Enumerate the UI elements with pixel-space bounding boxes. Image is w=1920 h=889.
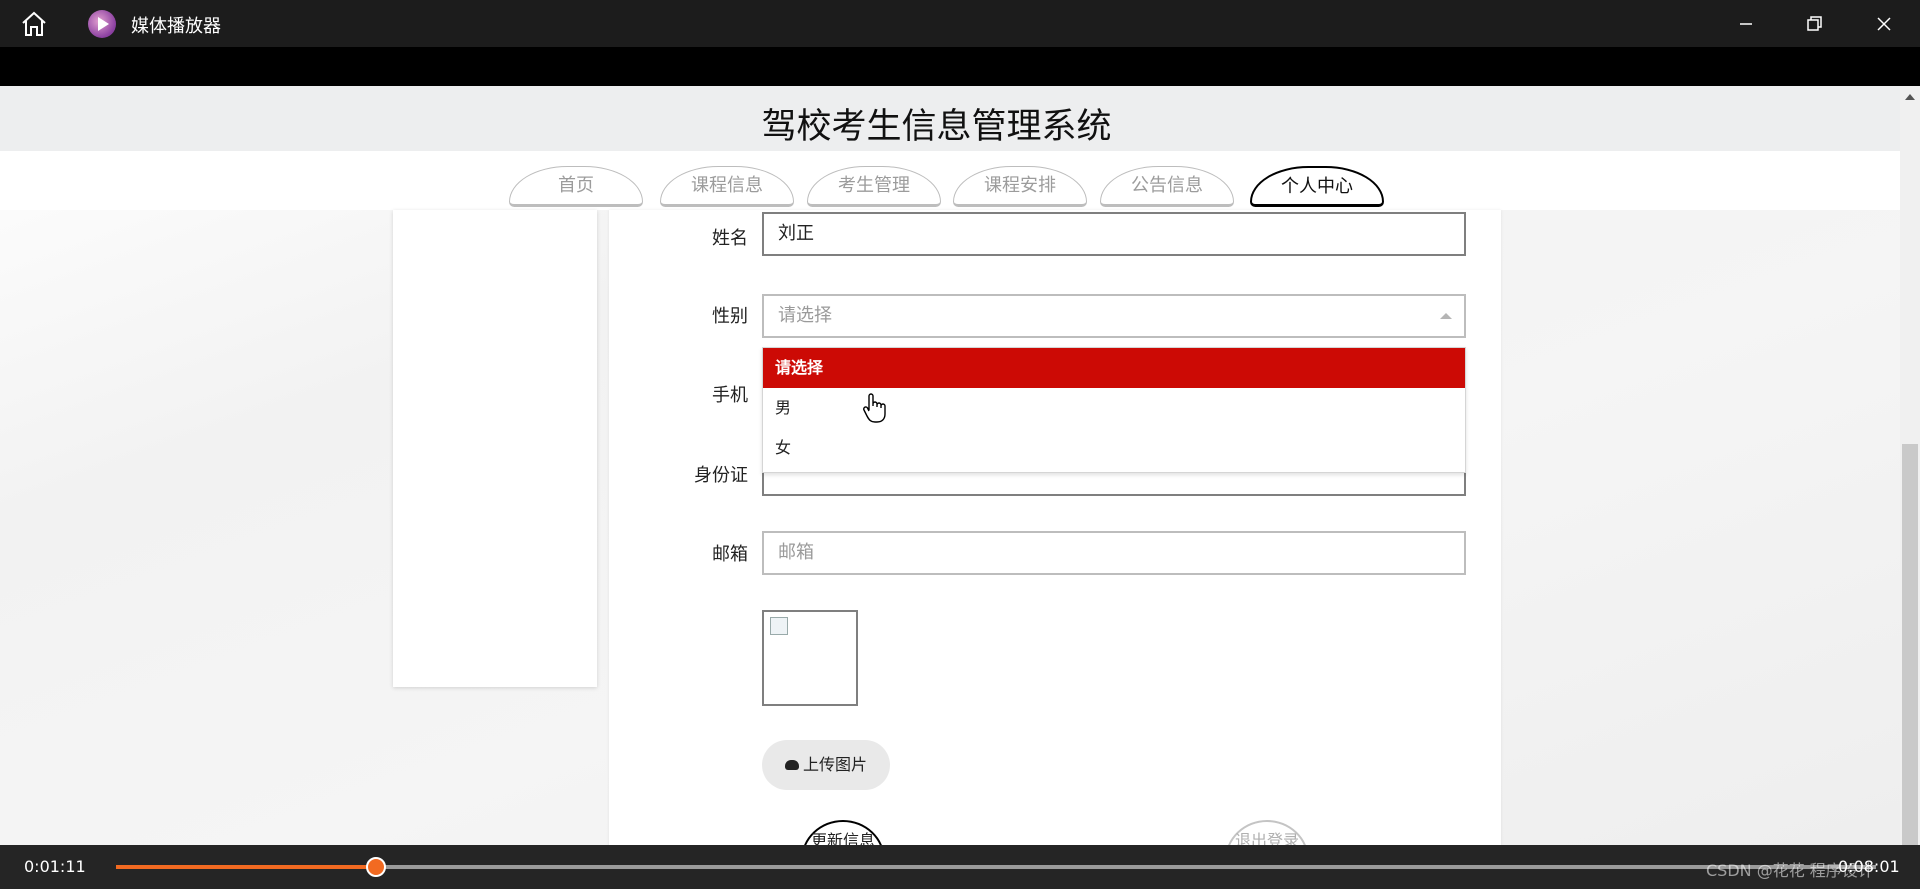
video-top-band: [0, 47, 1920, 86]
video-frame: 驾校考生信息管理系统 首页 课程信息 考生管理 课程安排 公告信息 个人中心 姓…: [0, 86, 1900, 845]
gender-select[interactable]: 请选择: [762, 294, 1466, 338]
gender-label: 性别: [712, 306, 748, 327]
scroll-thumb[interactable]: [1902, 444, 1918, 845]
seek-bar[interactable]: [116, 857, 1876, 877]
close-icon[interactable]: [1870, 10, 1898, 38]
cloud-upload-icon: [784, 759, 799, 770]
email-field[interactable]: 邮箱: [762, 531, 1466, 575]
tab-student-management[interactable]: 考生管理: [807, 166, 941, 207]
gender-select-value: 请选择: [778, 305, 832, 326]
tab-personal-center[interactable]: 个人中心: [1250, 166, 1384, 207]
tab-announcements[interactable]: 公告信息: [1100, 166, 1234, 207]
avatar-image: [762, 610, 858, 706]
gender-option-placeholder[interactable]: 请选择: [763, 348, 1465, 388]
media-player-icon: [88, 10, 116, 38]
upload-image-label: 上传图片: [802, 755, 867, 774]
phone-label: 手机: [712, 385, 748, 406]
nav-bar: 首页 课程信息 考生管理 课程安排 公告信息 个人中心: [0, 151, 1900, 210]
broken-image-icon: [770, 617, 788, 635]
current-time: 0:01:11: [24, 857, 86, 876]
player-titlebar: 媒体播放器: [0, 0, 1920, 47]
seek-handle[interactable]: [366, 857, 387, 877]
tab-home[interactable]: 首页: [509, 166, 643, 207]
chevron-up-icon: [1440, 313, 1452, 319]
upload-image-button[interactable]: 上传图片: [762, 740, 890, 790]
restore-icon[interactable]: [1800, 10, 1828, 38]
window-title: 媒体播放器: [131, 16, 221, 37]
minimize-icon[interactable]: [1732, 10, 1760, 38]
name-field[interactable]: 刘正: [762, 212, 1466, 256]
site-title: 驾校考生信息管理系统: [761, 107, 1112, 147]
page-scrollbar[interactable]: [1900, 86, 1920, 845]
tab-course-info[interactable]: 课程信息: [660, 166, 794, 207]
player-controls: 0:01:11 CSDN @花花 程序设计 0:08:01: [0, 845, 1920, 889]
hand-cursor-icon: [863, 393, 886, 423]
name-label: 姓名: [712, 228, 748, 249]
email-label: 邮箱: [712, 544, 748, 565]
site-header: 驾校考生信息管理系统: [0, 86, 1900, 151]
home-icon[interactable]: [20, 11, 48, 37]
seek-bar-progress: [116, 865, 377, 869]
tab-course-schedule[interactable]: 课程安排: [953, 166, 1087, 207]
total-time: 0:08:01: [1838, 857, 1900, 876]
sidebar-panel: [393, 210, 597, 687]
scroll-up-icon[interactable]: [1905, 94, 1915, 100]
id-card-label: 身份证: [694, 465, 748, 486]
gender-option-female[interactable]: 女: [763, 428, 1465, 468]
